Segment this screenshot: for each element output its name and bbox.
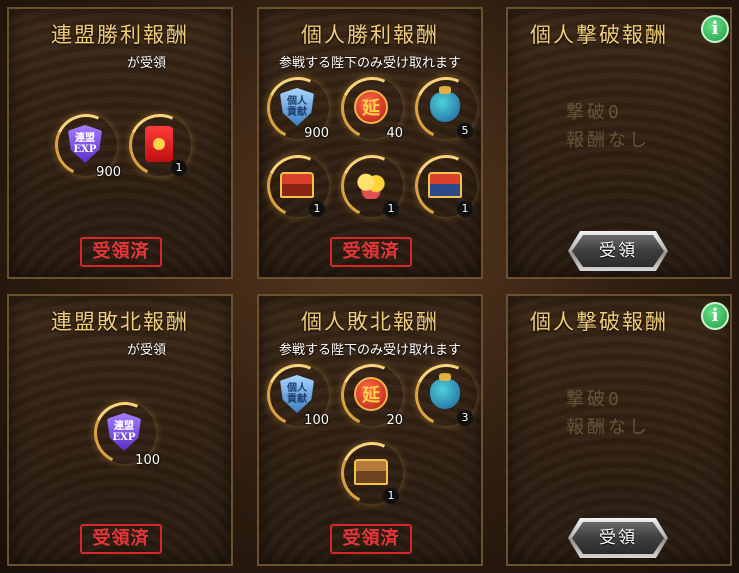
brown-chest-icon	[350, 451, 392, 493]
personal-win-reward-panel: 個人勝利報酬 参戦する陛下のみ受け取れます 個人 貢献 900 延 40 5 1 …	[257, 7, 486, 279]
reward-qty: 1	[309, 201, 325, 217]
reward-qty: 5	[457, 123, 473, 139]
claim-button-label: 受領	[572, 235, 664, 267]
reward-qty: 3	[457, 410, 473, 426]
claim-button-label: 受領	[572, 522, 664, 554]
reward-item-contribution[interactable]: 個人 貢献 900	[258, 68, 338, 148]
info-icon[interactable]: i	[701, 15, 729, 43]
alliance-exp-shield-icon: 連盟 EXP	[64, 123, 106, 165]
panel-title: 連盟敗北報酬	[51, 310, 189, 334]
claimed-stamp: 受領済	[80, 524, 162, 554]
claimed-stamp: 受領済	[330, 524, 412, 554]
alliance-win-reward-panel: 連盟勝利報酬 が受領 連盟 EXP 900 1 受領済	[7, 7, 233, 279]
reward-qty: 900	[96, 165, 121, 180]
panel-title: 個人撃破報酬	[530, 23, 668, 47]
personal-contribution-shield-icon: 個人 貢献	[276, 373, 318, 415]
blue-bag-icon	[424, 86, 466, 128]
panel-subtitle: が受領	[127, 56, 167, 71]
red-envelope-icon	[138, 123, 180, 165]
claimed-stamp: 受領済	[330, 237, 412, 267]
blue-bag-icon	[424, 373, 466, 415]
reward-qty: 1	[383, 201, 399, 217]
panel-subtitle: 参戦する陛下のみ受け取れます	[278, 56, 461, 71]
reward-qty: 20	[386, 413, 403, 428]
reward-qty: 1	[383, 488, 399, 504]
red-coin-icon: 延	[350, 373, 392, 415]
reward-item-blue-bag[interactable]: 3	[406, 355, 486, 435]
gold-ingots-icon	[350, 164, 392, 206]
panel-subtitle: が受領	[127, 343, 167, 358]
reward-item-blue-chest[interactable]: 1	[406, 146, 486, 226]
claimed-stamp: 受領済	[80, 237, 162, 267]
personal-defeat-reward-panel: 個人撃破報酬 i 撃破0 報酬なし 受領	[506, 7, 732, 279]
reward-qty: 100	[304, 413, 329, 428]
panel-title: 個人勝利報酬	[301, 23, 439, 47]
panel-title: 連盟勝利報酬	[51, 23, 189, 47]
reward-qty: 900	[304, 126, 329, 141]
defeat-count-text: 撃破0	[566, 102, 622, 123]
panel-subtitle: 参戦する陛下のみ受け取れます	[278, 343, 461, 358]
alliance-loss-reward-panel: 連盟敗北報酬 が受領 連盟 EXP 100 受領済	[7, 294, 233, 566]
alliance-exp-shield-icon: 連盟 EXP	[103, 411, 145, 453]
no-reward-text: 報酬なし	[566, 417, 650, 438]
claim-button[interactable]: 受領	[568, 518, 668, 558]
red-chest-icon	[276, 164, 318, 206]
reward-qty: 1	[171, 160, 187, 176]
no-reward-text: 報酬なし	[566, 130, 650, 151]
reward-item-brown-chest[interactable]: 1	[332, 433, 412, 513]
blue-chest-icon	[424, 164, 466, 206]
personal-contribution-shield-icon: 個人 貢献	[276, 86, 318, 128]
info-icon[interactable]: i	[701, 302, 729, 330]
reward-qty: 1	[457, 201, 473, 217]
reward-item-alliance-exp[interactable]: 連盟 EXP 100	[85, 393, 165, 473]
reward-item-blue-bag[interactable]: 5	[406, 68, 486, 148]
reward-item-gold-ingots[interactable]: 1	[332, 146, 412, 226]
panel-title: 個人敗北報酬	[301, 310, 439, 334]
reward-item-red-coin[interactable]: 延 40	[332, 68, 412, 148]
reward-item-red-chest[interactable]: 1	[258, 146, 338, 226]
reward-item-red-coin[interactable]: 延 20	[332, 355, 412, 435]
panel-title: 個人撃破報酬	[530, 310, 668, 334]
reward-qty: 40	[386, 126, 403, 141]
claim-button[interactable]: 受領	[568, 231, 668, 271]
reward-item-alliance-exp[interactable]: 連盟 EXP 900	[46, 105, 126, 185]
reward-item-red-envelope[interactable]: 1	[120, 105, 200, 185]
reward-qty: 100	[135, 453, 160, 468]
defeat-count-text: 撃破0	[566, 389, 622, 410]
red-coin-icon: 延	[350, 86, 392, 128]
personal-defeat-reward-panel: 個人撃破報酬 i 撃破0 報酬なし 受領	[506, 294, 732, 566]
personal-loss-reward-panel: 個人敗北報酬 参戦する陛下のみ受け取れます 個人 貢献 100 延 20 3 1 …	[257, 294, 486, 566]
reward-item-contribution[interactable]: 個人 貢献 100	[258, 355, 338, 435]
